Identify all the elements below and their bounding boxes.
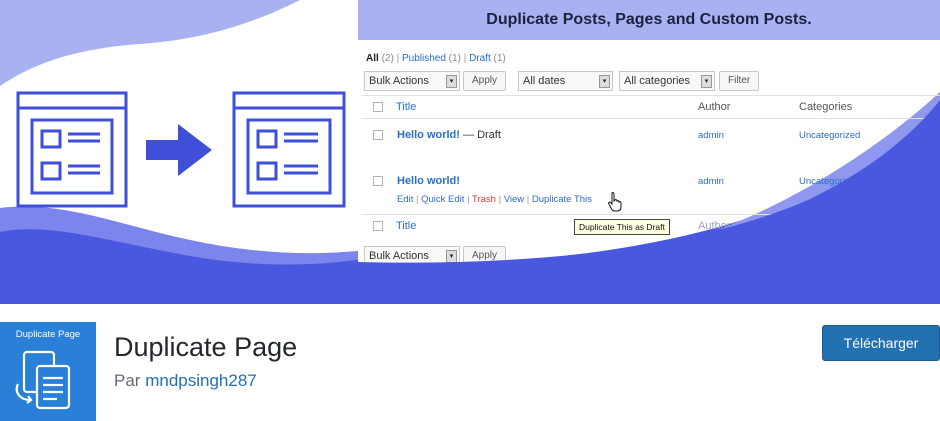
post-state: — Draft: [463, 129, 501, 141]
row-actions: Edit | Quick Edit | Trash | View | Dupli…: [397, 194, 592, 205]
chevron-down-icon: ▾: [446, 75, 457, 88]
duplicate-illustration: [16, 91, 346, 208]
filter-draft[interactable]: Draft: [469, 53, 491, 64]
bulk-actions-select[interactable]: Bulk Actions ▾: [364, 246, 460, 266]
plugin-icon: Duplicate Page: [0, 322, 96, 421]
table-divider: [362, 214, 940, 215]
plugin-title: Duplicate Page: [114, 332, 298, 362]
row-checkbox[interactable]: [373, 130, 383, 140]
action-separator: |: [416, 194, 419, 205]
filter-all[interactable]: All: [366, 53, 379, 64]
filter-separator: |: [396, 53, 400, 64]
plugin-page: Duplicate Posts, Pages and Custom Posts.…: [0, 0, 940, 421]
apply-button[interactable]: Apply: [463, 71, 507, 91]
filter-separator: |: [463, 53, 467, 64]
download-button[interactable]: Télécharger: [822, 325, 940, 361]
quick-edit-link[interactable]: Quick Edit: [421, 194, 464, 205]
action-separator: |: [526, 194, 530, 205]
view-link[interactable]: View: [504, 194, 524, 205]
column-author: Author: [698, 220, 731, 232]
plugin-banner: Duplicate Posts, Pages and Custom Posts.…: [0, 0, 940, 304]
action-separator: |: [498, 194, 502, 205]
edit-link[interactable]: Edit: [397, 194, 413, 205]
duplicate-tooltip: Duplicate This as Draft: [574, 219, 670, 235]
select-all-checkbox[interactable]: [373, 102, 383, 112]
chevron-down-icon: ▾: [701, 75, 712, 88]
author-link[interactable]: mndpsingh287: [145, 371, 257, 390]
plugin-author-line: Par mndpsingh287: [114, 371, 257, 391]
post-category-link[interactable]: Uncategorized: [799, 176, 860, 187]
dates-label: All dates: [523, 75, 566, 87]
post-author-link[interactable]: admin: [698, 176, 724, 187]
row-checkbox[interactable]: [373, 176, 383, 186]
column-categories: Catego: [799, 220, 835, 232]
post-title-link[interactable]: Hello world!: [397, 175, 460, 187]
apply-button[interactable]: Apply: [463, 246, 507, 266]
banner-headline: Duplicate Posts, Pages and Custom Posts.: [358, 0, 940, 40]
bulk-actions-label: Bulk Actions: [369, 250, 429, 262]
by-prefix: Par: [114, 371, 141, 390]
table-divider: [362, 118, 940, 119]
select-all-checkbox[interactable]: [373, 221, 383, 231]
filter-published-count: (1): [448, 53, 461, 64]
post-title-link[interactable]: Hello world!: [397, 129, 460, 141]
column-title[interactable]: Title: [396, 220, 416, 232]
column-title[interactable]: Title: [396, 101, 416, 113]
dates-select[interactable]: All dates ▾: [518, 71, 613, 91]
window-layout-icon: [16, 91, 128, 208]
post-author-link[interactable]: admin: [698, 130, 724, 141]
status-filters: All (2) | Published (1) | Draft (1): [366, 53, 506, 64]
action-separator: |: [467, 194, 470, 205]
filter-published[interactable]: Published: [402, 53, 446, 64]
filter-draft-count: (1): [493, 53, 506, 64]
column-author: Author: [698, 101, 731, 113]
duplicate-this-link[interactable]: Duplicate This: [532, 194, 592, 205]
wp-posts-screenshot: Duplicate Posts, Pages and Custom Posts.…: [358, 0, 940, 304]
trash-link[interactable]: Trash: [472, 194, 496, 205]
column-categories: Categories: [799, 101, 853, 113]
table-row: Hello world! — Draft: [397, 129, 501, 141]
table-divider: [362, 95, 940, 96]
hand-cursor-icon: [608, 192, 622, 212]
filter-all-count: (2): [381, 53, 394, 64]
filter-button[interactable]: Filter: [719, 71, 760, 91]
window-layout-icon: [232, 91, 346, 208]
bulk-actions-label: Bulk Actions: [369, 75, 429, 87]
arrow-right-icon: [146, 124, 212, 176]
bulk-actions-select[interactable]: Bulk Actions ▾: [364, 71, 460, 91]
plugin-icon-label: Duplicate Page: [15, 329, 81, 340]
post-category-link[interactable]: Uncategorized: [799, 130, 860, 141]
chevron-down-icon: ▾: [599, 75, 610, 88]
categories-label: All categories: [624, 75, 691, 87]
categories-select[interactable]: All categories ▾: [619, 71, 715, 91]
chevron-down-icon: ▾: [446, 250, 457, 263]
